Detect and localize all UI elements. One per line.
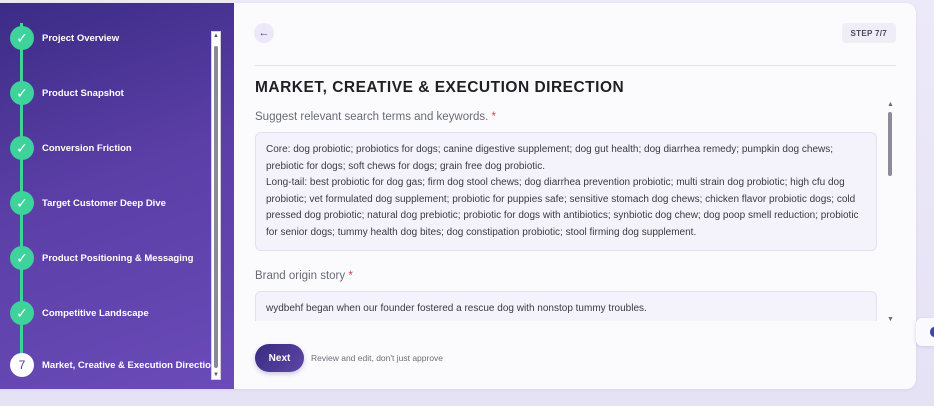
check-icon: ✓ <box>10 191 34 215</box>
sidebar-step-2[interactable]: ✓ Product Snapshot <box>10 80 124 106</box>
required-marker: * <box>491 111 496 123</box>
next-button[interactable]: Next <box>255 344 304 372</box>
answer-line: wydbehf began when our founder fostered … <box>266 303 647 314</box>
scroll-up-icon[interactable]: ▲ <box>887 101 894 108</box>
main-panel: ← STEP 7/7 MARKET, CREATIVE & EXECUTION … <box>234 3 916 389</box>
scroll-up-icon[interactable]: ▲ <box>212 33 220 39</box>
answer-line: Core: dog probiotic; probiotics for dogs… <box>266 144 834 172</box>
arrow-left-icon: ← <box>258 27 270 39</box>
sidebar-step-3[interactable]: ✓ Conversion Friction <box>10 135 132 161</box>
sidebar-step-label: Product Positioning & Messaging <box>42 252 194 264</box>
sidebar-step-5[interactable]: ✓ Product Positioning & Messaging <box>10 245 193 271</box>
question-list[interactable]: Suggest relevant search terms and keywor… <box>255 111 877 321</box>
sidebar-step-label: Project Overview <box>42 32 120 44</box>
header-divider <box>255 65 896 66</box>
scroll-down-icon[interactable]: ▼ <box>212 372 220 378</box>
sidebar-scrollbar[interactable]: ▲ ▼ <box>211 31 221 380</box>
sidebar-step-4[interactable]: ✓ Target Customer Deep Dive <box>10 190 166 216</box>
question-keywords: Suggest relevant search terms and keywor… <box>255 111 877 251</box>
sidebar-step-label: Product Snapshot <box>42 87 124 99</box>
check-icon: ✓ <box>10 246 34 270</box>
sidebar-step-1[interactable]: ✓ Project Overview <box>10 25 119 51</box>
sidebar-step-label: Market, Creative & Execution Direction <box>42 359 217 371</box>
steps-sidebar: ✓ Project Overview ✓ Product Snapshot ✓ … <box>0 3 234 389</box>
check-icon: ✓ <box>10 301 34 325</box>
step-number-badge: 7 <box>10 353 34 377</box>
sidebar-step-label: Target Customer Deep Dive <box>42 197 166 209</box>
scroll-down-icon[interactable]: ▼ <box>887 316 894 323</box>
widget-icon <box>930 327 934 337</box>
content-scrollbar[interactable]: ▲ ▼ <box>886 101 896 323</box>
sidebar-step-7[interactable]: 7 Market, Creative & Execution Direction <box>10 352 217 378</box>
page-title: MARKET, CREATIVE & EXECUTION DIRECTION <box>255 79 625 96</box>
check-icon: ✓ <box>10 26 34 50</box>
check-icon: ✓ <box>10 81 34 105</box>
sidebar-step-label: Conversion Friction <box>42 142 132 154</box>
side-widget-tab[interactable] <box>916 318 934 346</box>
check-icon: ✓ <box>10 136 34 160</box>
question-origin-story: Brand origin story * wydbehf began when … <box>255 270 877 321</box>
sidebar-step-6[interactable]: ✓ Competitive Landscape <box>10 300 149 326</box>
app-window: ✓ Project Overview ✓ Product Snapshot ✓ … <box>0 3 916 389</box>
step-badge: STEP 7/7 <box>841 23 896 43</box>
question-label: Brand origin story * <box>255 270 353 282</box>
required-marker: * <box>348 270 353 282</box>
scrollbar-thumb[interactable] <box>888 112 892 176</box>
review-hint: Review and edit, don't just approve <box>311 353 444 363</box>
sidebar-step-label: Competitive Landscape <box>42 307 149 319</box>
answer-line: Long-tail: best probiotic for dog gas; f… <box>266 177 859 238</box>
question-label: Suggest relevant search terms and keywor… <box>255 111 496 123</box>
keywords-answer-field[interactable]: Core: dog probiotic; probiotics for dogs… <box>255 132 877 251</box>
scrollbar-thumb[interactable] <box>214 46 218 368</box>
back-button[interactable]: ← <box>254 23 274 43</box>
origin-story-answer-field[interactable]: wydbehf began when our founder fostered … <box>255 291 877 321</box>
